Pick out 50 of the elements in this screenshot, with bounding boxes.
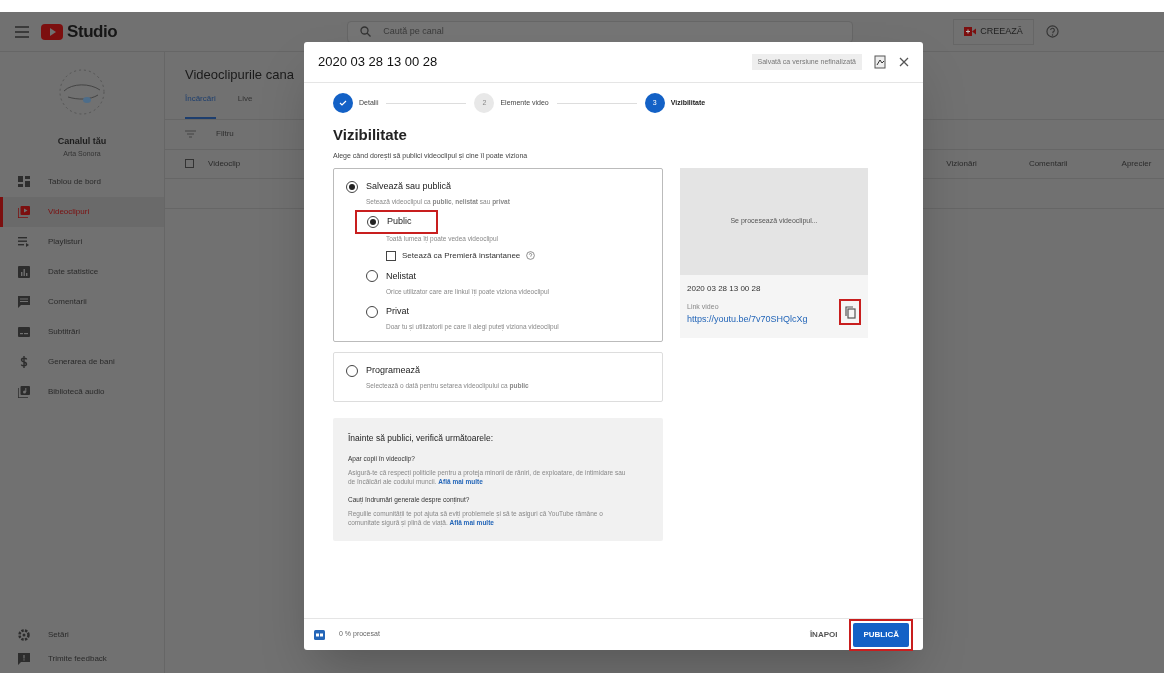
option-label: Nelistat (386, 269, 416, 283)
comment-icon (18, 296, 30, 308)
nav-item[interactable]: Generarea de bani (0, 347, 164, 377)
chart-icon (18, 266, 30, 278)
publish-button[interactable]: PUBLICĂ (853, 622, 909, 647)
nav-item[interactable]: Setări (0, 623, 164, 647)
nav-item[interactable]: Videoclipuri (0, 197, 164, 227)
video-icon (18, 206, 30, 218)
select-all-checkbox[interactable] (185, 159, 194, 168)
playlist-icon (18, 236, 30, 248)
nav-item[interactable]: Playlisturi (0, 227, 164, 257)
subtitles-icon (18, 326, 30, 338)
nav-item[interactable]: Trimite feedback (0, 647, 164, 671)
dialog-title: 2020 03 28 13 00 28 (318, 53, 438, 72)
option-label: Privat (386, 304, 409, 318)
back-button[interactable]: ÎNAPOI (803, 622, 844, 647)
checkbox[interactable] (386, 250, 396, 261)
page-title: Videoclipurile cana (185, 66, 295, 84)
dollar-icon (18, 356, 30, 368)
play-logo-icon (41, 23, 63, 40)
column-header: Aprecier (1121, 157, 1152, 170)
option-label: Public (387, 215, 412, 229)
copy-button[interactable] (839, 299, 861, 325)
nav-item[interactable]: Subtitrări (0, 317, 164, 347)
tab[interactable]: Încărcări (185, 92, 216, 119)
option-label: Programează (366, 364, 421, 377)
column-header: Comentarii (1028, 157, 1068, 170)
music-library-icon (18, 386, 30, 398)
close-icon[interactable] (899, 57, 909, 67)
filter-field[interactable]: Filtru (216, 128, 234, 140)
nav-item[interactable]: Date statistice (0, 257, 164, 287)
nav-item[interactable]: Comentarii (0, 287, 164, 317)
checklist-heading: Înainte să publici, verifică următoarele: (348, 432, 495, 445)
dashboard-icon (18, 176, 30, 188)
channel-label: Canalul tău (57, 135, 107, 148)
create-button[interactable]: CREEAZĂ (953, 18, 1034, 45)
option-label: Salvează sau publică (366, 180, 452, 193)
checkbox-label: Setează ca Premieră instantanee (402, 249, 521, 262)
search-icon (360, 26, 372, 37)
section-heading: Vizibilitate (333, 125, 408, 145)
video-filename: 2020 03 28 13 00 28 (687, 283, 762, 295)
camera-icon (964, 27, 977, 36)
hd-icon (314, 629, 325, 640)
settings-icon (18, 629, 30, 641)
column-header: Vizionări (946, 157, 977, 170)
copy-icon (844, 305, 856, 319)
app-logo-text: Studio (67, 20, 118, 43)
column-header: Videoclip (208, 157, 241, 170)
nav-item[interactable]: Bibliotecă audio (0, 377, 164, 407)
video-link[interactable]: https://youtu.be/7v70SHQlcXg (687, 312, 808, 326)
